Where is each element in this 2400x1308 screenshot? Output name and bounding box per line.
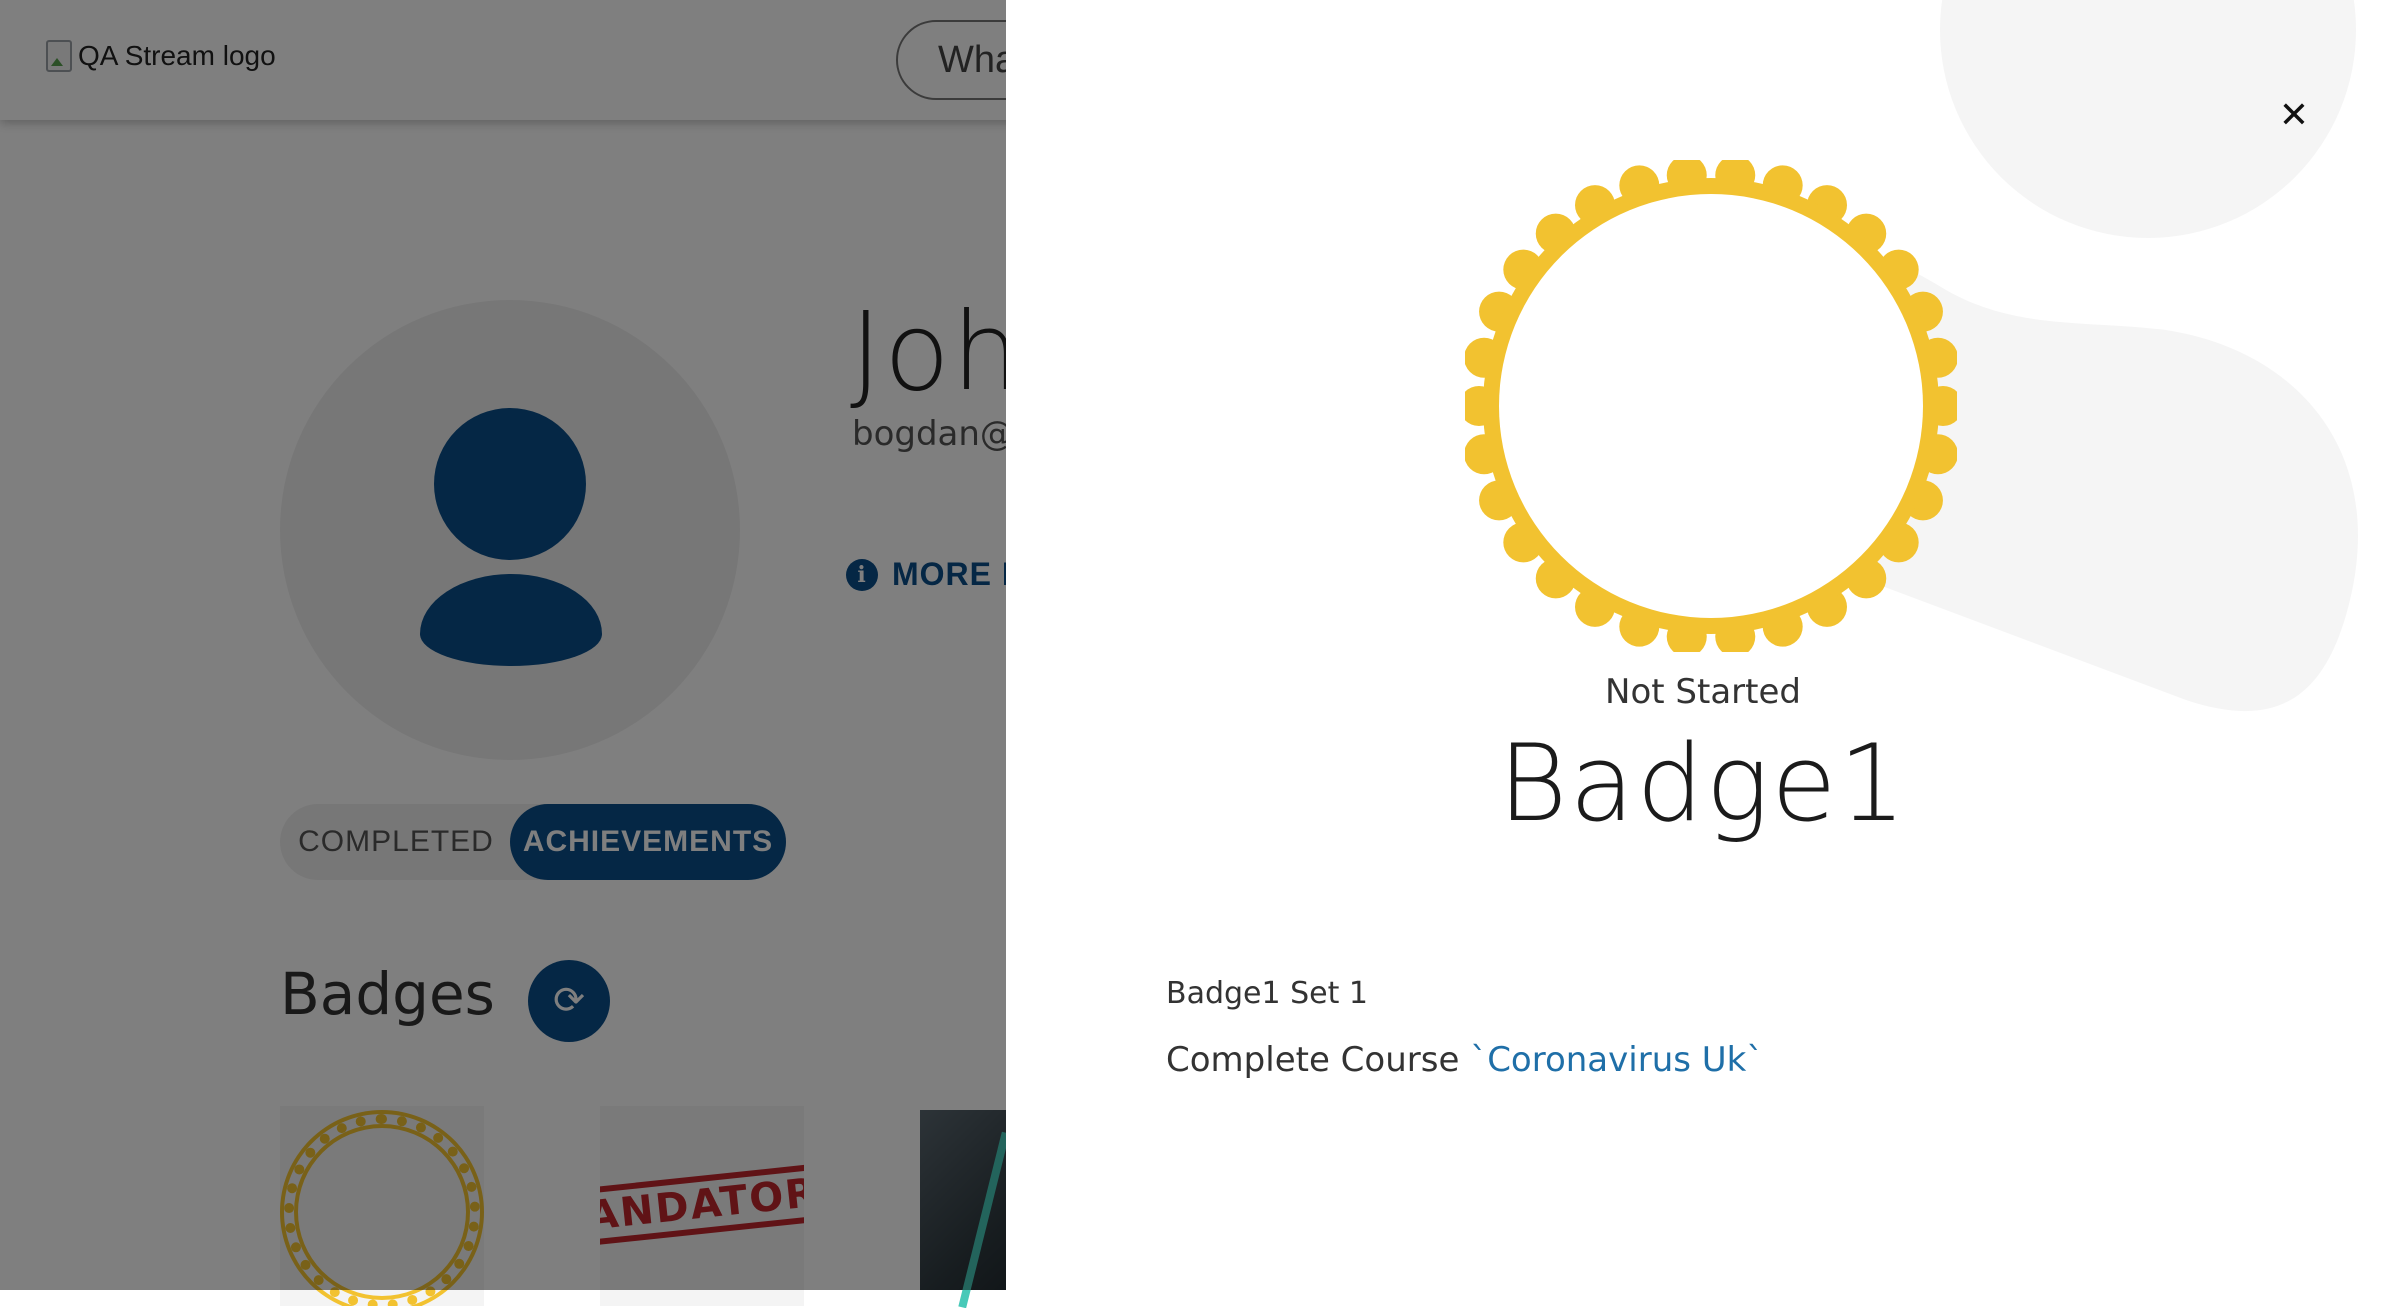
badge-title: Badge1 [1498, 722, 1908, 845]
badge-status: Not Started [1605, 672, 1801, 712]
requirement-tick-open: ` [1470, 1040, 1488, 1080]
course-link[interactable]: Coronavirus Uk [1487, 1040, 1746, 1080]
badge-ring-icon [1465, 160, 1957, 652]
close-icon: ✕ [2278, 95, 2310, 136]
close-button[interactable]: ✕ [2274, 96, 2314, 136]
requirement-prefix: Complete Course [1166, 1040, 1471, 1080]
badge-set-label: Badge1 Set 1 [1166, 976, 1369, 1011]
badge-requirement: Complete Course `Coronavirus Uk` [1166, 1040, 1763, 1080]
requirement-tick-close: ` [1746, 1040, 1764, 1080]
badge-detail-drawer: ✕ Not Started Badge1 Badge1 Set 1 Comple… [1006, 0, 2400, 1290]
